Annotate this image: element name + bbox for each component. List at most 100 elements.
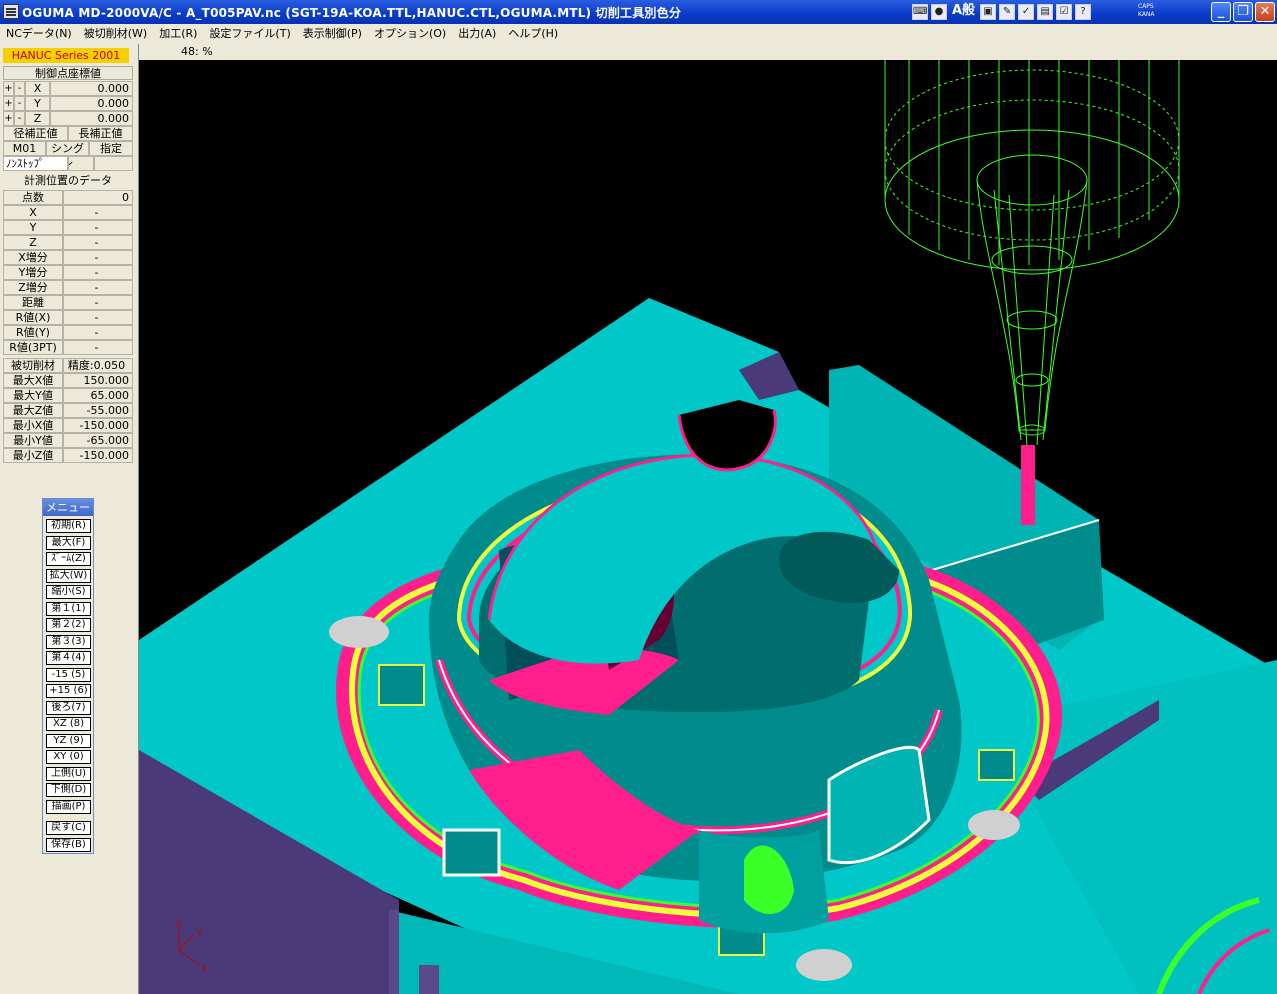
x-plus-button[interactable]: + — [3, 81, 14, 96]
menu-xy-button[interactable]: XY (0) — [46, 750, 91, 764]
measure-row: Y- — [3, 220, 133, 235]
workpiece-value: -55.000 — [63, 403, 133, 418]
workpiece-row: 最大X値 150.000 — [3, 373, 133, 388]
minimize-button[interactable]: _ — [1211, 2, 1231, 22]
control-coords-header: 制御点座標値 — [3, 66, 133, 80]
measure-value: - — [63, 280, 133, 295]
menu-options[interactable]: オプション(O) — [368, 24, 452, 44]
z-plus-button[interactable]: + — [3, 111, 14, 126]
specify-button[interactable]: 指定 — [89, 141, 133, 156]
x-axis-label: X — [201, 965, 207, 975]
blank-cell — [94, 156, 133, 171]
dictionary-icon[interactable]: ▣ — [980, 4, 997, 20]
nonstop-button[interactable]: ﾉﾝｽﾄｯﾌﾟ — [3, 156, 68, 171]
menu-view2-button[interactable]: 第２(2) — [46, 618, 91, 632]
measure-label: R値(3PT) — [3, 340, 63, 355]
checklist-icon[interactable]: ✓ — [1018, 4, 1035, 20]
view-menu-panel: メニュー 初期(R) 最大(F) ｽﾞｰﾑ(Z) 拡大(W) 縮小(S) 第１(… — [42, 498, 94, 854]
axis-label: X — [25, 81, 50, 96]
maximize-button[interactable]: ❐ — [1233, 2, 1253, 22]
single-button[interactable]: シングル — [46, 141, 89, 168]
menu-max-button[interactable]: 最大(F) — [46, 536, 91, 550]
menu-workpiece[interactable]: 被切削材(W) — [78, 24, 153, 44]
menu-back-button[interactable]: 後ろ(7) — [46, 701, 91, 715]
menu-draw-button[interactable]: 描画(P) — [46, 800, 91, 814]
workpiece-row: 最小Y値 -65.000 — [3, 433, 133, 448]
menu-bar: NCデータ(N) 被切削材(W) 加工(R) 設定ファイル(T) 表示制御(P)… — [0, 24, 1277, 44]
hole — [968, 810, 1020, 840]
menu-output[interactable]: 出力(A) — [452, 24, 502, 44]
measure-row: Z- — [3, 235, 133, 250]
y-plus-button[interactable]: + — [3, 96, 14, 111]
menu-top-button[interactable]: 上側(U) — [46, 767, 91, 781]
menu-zoom-button[interactable]: ｽﾞｰﾑ(Z) — [46, 552, 91, 566]
workpiece-button[interactable]: 被切削材 — [3, 358, 63, 373]
hole — [796, 949, 852, 981]
tools-icon[interactable]: ✎ — [999, 4, 1016, 20]
menu-rotate-minus-button[interactable]: -15 (5) — [46, 668, 91, 682]
y-minus-button[interactable]: - — [14, 96, 25, 111]
measure-value: - — [63, 250, 133, 265]
workpiece-value: -150.000 — [63, 418, 133, 433]
menu-undo-button[interactable]: 戻す(C) — [46, 821, 91, 835]
menu-display-control[interactable]: 表示制御(P) — [297, 24, 368, 44]
window-title: OGUMA MD-2000VA/C - A_T005PAV.nc (SGT-19… — [22, 6, 682, 20]
view-menu-title[interactable]: メニュー — [43, 499, 93, 516]
workpiece-label: 最小X値 — [3, 418, 63, 433]
y-axis-label: Y — [196, 929, 203, 939]
menu-view4-button[interactable]: 第４(4) — [46, 651, 91, 665]
menu-rotate-plus-button[interactable]: +15 (6) — [46, 684, 91, 698]
menu-view1-button[interactable]: 第１(1) — [46, 602, 91, 616]
measure-label: Z — [3, 235, 63, 250]
menu-enlarge-button[interactable]: 拡大(W) — [46, 569, 91, 583]
lug — [978, 749, 1015, 781]
caps-label: CAPS — [1138, 3, 1154, 10]
property-icon[interactable]: ☑ — [1056, 4, 1073, 20]
precision-label: 精度:0.050 — [63, 358, 133, 373]
measure-row: 距離 - — [3, 295, 133, 310]
z-minus-button[interactable]: - — [14, 111, 25, 126]
measure-row: R値(X) - — [3, 310, 133, 325]
ime-status-icon[interactable]: ● — [931, 4, 947, 20]
mode-row: M01 シングル 指定 — [3, 141, 133, 168]
menu-machining[interactable]: 加工(R) — [153, 24, 203, 44]
pad-icon[interactable]: ▤ — [1037, 4, 1054, 20]
app-icon[interactable] — [3, 4, 19, 19]
workpiece-label: 最大Y値 — [3, 388, 63, 403]
menu-bottom-button[interactable]: 下側(D) — [46, 783, 91, 797]
ime-mode-label[interactable]: A般 — [950, 4, 977, 20]
workpiece-label: 最大Z値 — [3, 403, 63, 418]
axis-value: 0.000 — [50, 96, 133, 111]
keyboard-icon[interactable]: ⌨ — [912, 4, 928, 20]
measure-value: - — [63, 220, 133, 235]
menu-help[interactable]: ヘルプ(H) — [502, 24, 564, 44]
measure-label: 距離 — [3, 295, 63, 310]
axis-row-z: + - Z 0.000 — [3, 111, 133, 126]
x-minus-button[interactable]: - — [14, 81, 25, 96]
measure-row: R値(3PT) - — [3, 340, 133, 355]
measure-value: - — [63, 310, 133, 325]
measure-label: Z増分 — [3, 280, 63, 295]
menu-shrink-button[interactable]: 縮小(S) — [46, 585, 91, 599]
kana-label: KANA — [1138, 11, 1155, 18]
menu-view3-button[interactable]: 第３(3) — [46, 635, 91, 649]
menu-nc-data[interactable]: NCデータ(N) — [0, 24, 78, 44]
measure-label: X — [3, 205, 63, 220]
simulation-viewport[interactable]: Z Y X — [139, 60, 1277, 994]
part-render: Z Y X — [139, 60, 1277, 994]
measure-value: - — [63, 295, 133, 310]
workpiece-header-row: 被切削材 精度:0.050 — [3, 358, 133, 373]
menu-xz-button[interactable]: XZ (8) — [46, 717, 91, 731]
help-icon[interactable]: ? — [1075, 4, 1092, 20]
menu-yz-button[interactable]: YZ (9) — [46, 734, 91, 748]
menu-settings-file[interactable]: 設定ファイル(T) — [203, 24, 296, 44]
menu-save-button[interactable]: 保存(B) — [46, 838, 91, 852]
compensation-row: 径補正値 長補正値 — [3, 126, 133, 141]
workpiece-value: 150.000 — [63, 373, 133, 388]
workpiece-value: -65.000 — [63, 433, 133, 448]
m01-button[interactable]: M01 — [3, 141, 46, 156]
menu-initial-button[interactable]: 初期(R) — [46, 519, 91, 533]
length-comp-button[interactable]: 長補正値 — [68, 126, 133, 141]
close-button[interactable]: ✕ — [1255, 2, 1275, 22]
radius-comp-button[interactable]: 径補正値 — [3, 126, 68, 141]
